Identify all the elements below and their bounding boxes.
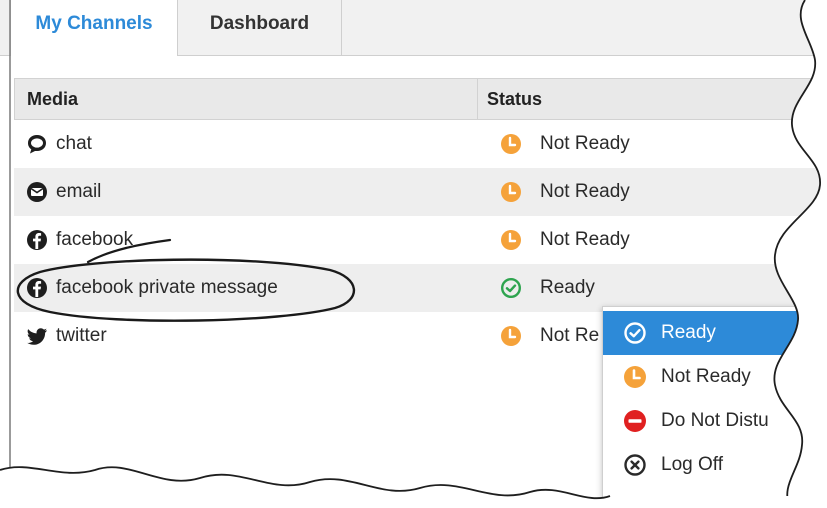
status-cell[interactable]: Not Ready (500, 168, 630, 216)
clock-icon (501, 134, 521, 154)
menu-item-label: Ready (661, 322, 716, 343)
media-cell: facebook (26, 216, 133, 264)
column-header-status[interactable]: Status (487, 79, 542, 119)
media-cell: facebook private message (26, 264, 278, 312)
status-cell[interactable]: Not Re (500, 312, 599, 360)
stage: My Channels Dashboard Media Status chat (0, 0, 827, 508)
clock-icon (501, 326, 521, 346)
column-divider (477, 79, 478, 119)
facebook-icon (27, 230, 47, 250)
table-row[interactable]: email Not Ready (14, 168, 827, 216)
column-header-media[interactable]: Media (27, 79, 78, 119)
menu-item-log-off[interactable]: Log Off (603, 443, 827, 487)
table-row[interactable]: facebook Not Ready (14, 216, 827, 264)
log-off-icon (624, 454, 646, 476)
email-icon (27, 182, 47, 202)
tab-my-channels[interactable]: My Channels (10, 0, 178, 56)
check-circle-icon (624, 322, 646, 344)
check-circle-icon (500, 277, 522, 299)
status-label: Not Ready (540, 133, 630, 154)
media-cell: twitter (26, 312, 107, 360)
status-label: Not Ready (540, 229, 630, 250)
menu-item-label: Log Off (661, 454, 723, 475)
tab-bar: My Channels Dashboard (0, 0, 827, 56)
menu-item-ready[interactable]: Ready (603, 311, 827, 355)
media-label: chat (56, 133, 92, 154)
do-not-disturb-icon (624, 410, 646, 432)
status-label: Not Re (540, 325, 600, 346)
status-cell[interactable]: Ready (500, 264, 595, 312)
menu-item-label: Not Ready (661, 366, 751, 387)
table-row[interactable]: facebook private message Ready (14, 264, 827, 312)
table-header: Media Status (14, 78, 827, 120)
media-cell: email (26, 168, 101, 216)
menu-item-do-not-disturb[interactable]: Do Not Distu (603, 399, 827, 443)
media-label: twitter (56, 325, 107, 346)
clock-icon (501, 182, 521, 202)
table-row[interactable]: chat Not Ready (14, 120, 827, 168)
status-cell[interactable]: Not Ready (500, 120, 630, 168)
status-label: Not Ready (540, 181, 630, 202)
media-label: facebook private message (56, 277, 278, 298)
menu-item-not-ready[interactable]: Not Ready (603, 355, 827, 399)
media-cell: chat (26, 120, 92, 168)
menu-item-label: Do Not Distu (661, 410, 769, 431)
media-label: facebook (56, 229, 134, 250)
clock-icon (624, 366, 646, 388)
status-cell[interactable]: Not Ready (500, 216, 630, 264)
chat-icon (28, 135, 46, 154)
status-label: Ready (540, 277, 595, 298)
status-dropdown-menu: Ready Not Ready Do Not Distu Log Off (602, 306, 827, 498)
media-label: email (56, 181, 102, 202)
clock-icon (501, 230, 521, 250)
tab-dashboard[interactable]: Dashboard (178, 0, 342, 55)
facebook-icon (27, 278, 47, 298)
twitter-icon (27, 328, 47, 345)
bottom-torn-edge (0, 466, 611, 500)
